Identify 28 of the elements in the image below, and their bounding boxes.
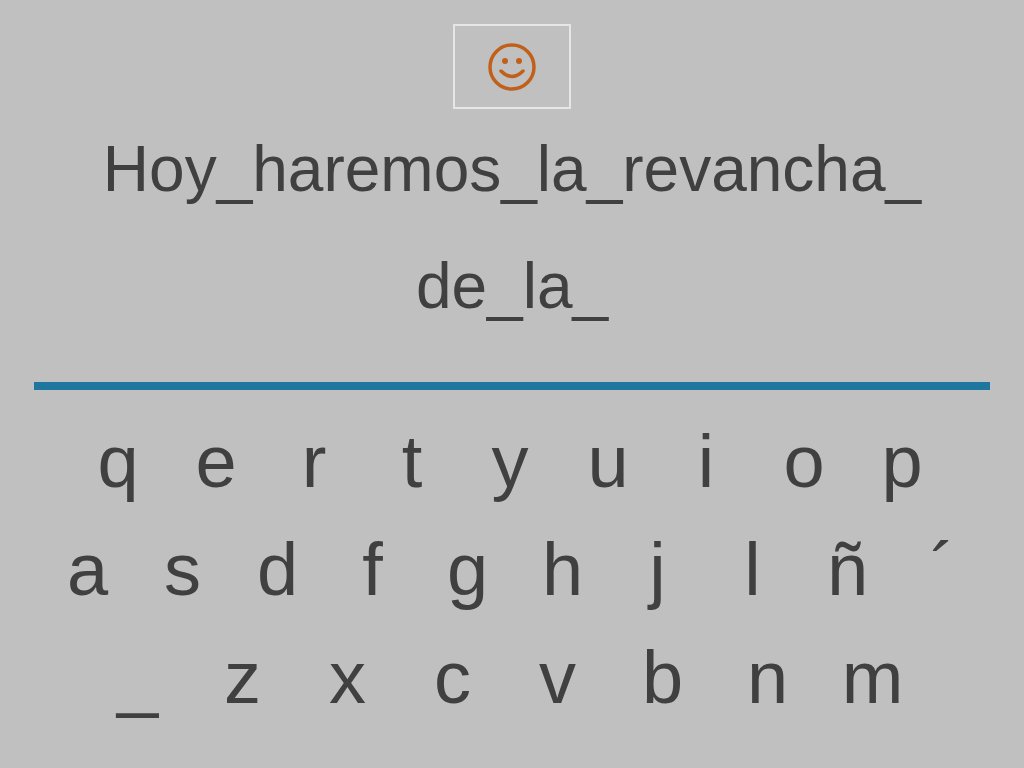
- letter-key[interactable]: c: [400, 624, 505, 732]
- letter-key[interactable]: s: [135, 516, 230, 624]
- letter-key[interactable]: u: [559, 408, 657, 516]
- letter-key[interactable]: _: [85, 624, 190, 732]
- letter-key[interactable]: p: [853, 408, 951, 516]
- letter-key[interactable]: t: [363, 408, 461, 516]
- letter-key[interactable]: b: [610, 624, 715, 732]
- letter-key[interactable]: m: [820, 624, 925, 732]
- letter-key[interactable]: j: [610, 516, 705, 624]
- letter-key[interactable]: a: [40, 516, 135, 624]
- letter-key[interactable]: f: [325, 516, 420, 624]
- letter-key[interactable]: ñ: [800, 516, 895, 624]
- letter-key[interactable]: g: [420, 516, 515, 624]
- letter-key[interactable]: h: [515, 516, 610, 624]
- letter-key[interactable]: d: [230, 516, 325, 624]
- letter-key[interactable]: x: [295, 624, 400, 732]
- letter-key[interactable]: r: [265, 408, 363, 516]
- letter-key[interactable]: i: [657, 408, 755, 516]
- letter-key[interactable]: ´: [895, 516, 990, 624]
- letter-key[interactable]: z: [190, 624, 295, 732]
- letter-key[interactable]: v: [505, 624, 610, 732]
- letter-key[interactable]: l: [705, 516, 800, 624]
- smiley-icon: [487, 41, 537, 92]
- letter-key[interactable]: e: [167, 408, 265, 516]
- letter-key[interactable]: n: [715, 624, 820, 732]
- letter-key[interactable]: o: [755, 408, 853, 516]
- letter-key[interactable]: y: [461, 408, 559, 516]
- letter-key[interactable]: q: [69, 408, 167, 516]
